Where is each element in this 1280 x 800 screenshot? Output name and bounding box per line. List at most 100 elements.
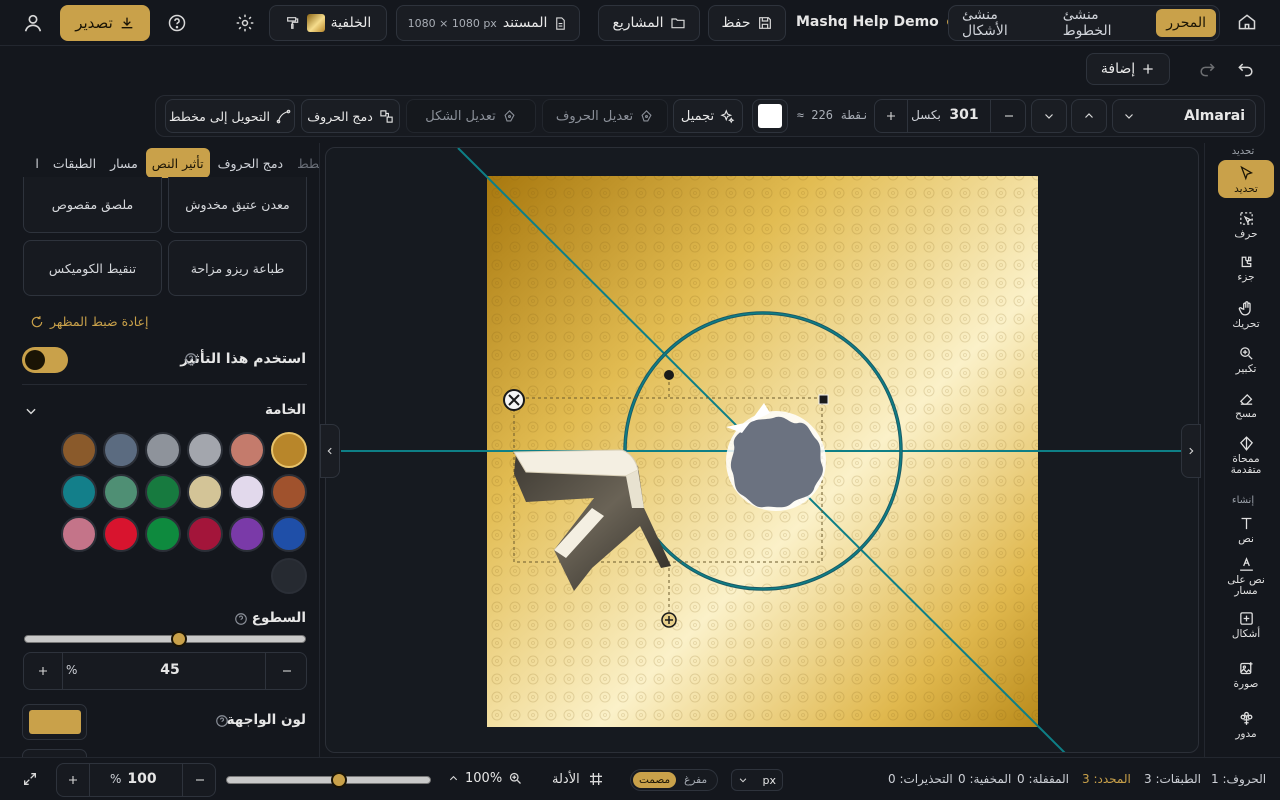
tool-text-path[interactable]: نص على مسار xyxy=(1218,556,1274,597)
zoom-in-button[interactable] xyxy=(56,763,90,797)
unit-select[interactable]: px xyxy=(731,769,783,791)
zoom-value[interactable]: 100 xyxy=(124,771,160,787)
tool-image[interactable]: صورة xyxy=(1218,660,1274,696)
material-swatch[interactable] xyxy=(103,516,139,552)
tab-more[interactable]: ا xyxy=(29,148,44,178)
edit-letters-button[interactable]: تعديل الحروف xyxy=(542,99,668,133)
collapse-right-rail-button[interactable] xyxy=(1181,424,1201,478)
canvas-viewport[interactable] xyxy=(325,147,1199,753)
edit-shape-button[interactable]: تعديل الشكل xyxy=(406,99,536,133)
size-increase-chevron[interactable] xyxy=(1071,99,1107,133)
reset-appearance-link[interactable]: إعادة ضبط المظهر xyxy=(30,314,148,329)
save-button[interactable]: حفظ xyxy=(708,5,786,41)
home-icon[interactable] xyxy=(1237,12,1257,32)
brightness-slider-thumb[interactable] xyxy=(171,631,188,647)
preset-card[interactable]: طباعة ريزو مزاحة xyxy=(168,240,307,296)
material-swatch[interactable] xyxy=(145,474,181,510)
fill-hollow-option[interactable]: مفرغ xyxy=(680,774,711,786)
preset-card[interactable]: معدن عتيق مخدوش xyxy=(168,177,307,233)
material-swatch[interactable] xyxy=(103,474,139,510)
material-swatch[interactable] xyxy=(61,432,97,468)
size-plus-button[interactable] xyxy=(874,99,908,133)
document-button[interactable]: 1080 × 1080 px المستند xyxy=(396,5,580,41)
help-icon[interactable] xyxy=(215,714,229,728)
zoom-dropdown[interactable]: 100% xyxy=(448,771,523,786)
move-handle[interactable] xyxy=(661,612,677,628)
tool-eraser[interactable]: مسح xyxy=(1218,390,1274,420)
fill-solid-option[interactable]: مصمت xyxy=(633,772,677,788)
zoom-out-button[interactable] xyxy=(182,763,216,797)
material-swatch[interactable] xyxy=(145,516,181,552)
mode-editor[interactable]: المحرر xyxy=(1156,9,1216,37)
export-button[interactable]: تصدير xyxy=(60,5,150,41)
user-icon[interactable] xyxy=(22,12,46,34)
undo-icon[interactable] xyxy=(1236,59,1256,79)
size-decrease-chevron[interactable] xyxy=(1031,99,1067,133)
material-swatch[interactable] xyxy=(229,474,265,510)
tool-part[interactable]: جزء xyxy=(1218,253,1274,283)
next-color-button[interactable] xyxy=(22,749,87,757)
brightness-plus-button[interactable] xyxy=(23,652,63,690)
preset-card[interactable]: تنقيط الكوميكس xyxy=(23,240,162,296)
chevron-down-icon[interactable] xyxy=(24,404,38,418)
material-swatch[interactable] xyxy=(187,432,223,468)
beautify-button[interactable]: تجميل xyxy=(673,99,743,133)
projects-button[interactable]: المشاريع xyxy=(598,5,700,41)
document-icon xyxy=(553,16,568,31)
guides-toggle[interactable]: الأدلة xyxy=(552,771,604,787)
material-swatch[interactable] xyxy=(61,516,97,552)
brightness-value[interactable]: 45 xyxy=(120,662,220,678)
tab-text-effect[interactable]: تأثير النص xyxy=(145,148,210,178)
material-swatch[interactable] xyxy=(145,432,181,468)
redo-icon[interactable] xyxy=(1197,59,1217,79)
delete-handle[interactable] xyxy=(503,389,525,411)
material-swatch[interactable] xyxy=(271,432,307,468)
tool-cursor[interactable]: تحديد xyxy=(1218,160,1274,198)
mode-shape-builder[interactable]: منشئ الأشكال xyxy=(952,7,1051,39)
tab-layers[interactable]: الطبقات xyxy=(47,148,102,178)
material-swatch[interactable] xyxy=(229,432,265,468)
brightness-slider-track[interactable] xyxy=(24,635,306,643)
tool-shapes[interactable]: أشكال xyxy=(1218,610,1274,642)
tool-text[interactable]: نص xyxy=(1218,515,1274,545)
font-select[interactable]: Almarai xyxy=(1112,99,1256,133)
fit-screen-icon[interactable] xyxy=(22,771,38,787)
tool-rotator[interactable]: مدور xyxy=(1218,710,1274,746)
material-swatch[interactable] xyxy=(187,516,223,552)
material-swatch[interactable] xyxy=(271,516,307,552)
material-swatch[interactable] xyxy=(103,432,139,468)
size-minus-button[interactable] xyxy=(990,99,1026,133)
material-swatch[interactable] xyxy=(187,474,223,510)
tab-merge-letters[interactable]: دمج الحروف xyxy=(212,148,290,178)
gear-icon[interactable] xyxy=(235,13,255,33)
collapse-left-panel-button[interactable] xyxy=(320,424,340,478)
face-color-button[interactable] xyxy=(22,704,87,740)
chevron-down-icon xyxy=(738,775,748,785)
background-button[interactable]: الخلفية xyxy=(269,5,387,41)
size-value[interactable]: 301 xyxy=(942,107,986,123)
zoom-slider-track[interactable] xyxy=(226,776,431,784)
material-swatch[interactable] xyxy=(229,516,265,552)
advanced-eraser-icon xyxy=(1238,435,1255,452)
tool-letter-select[interactable]: حرف xyxy=(1218,210,1274,240)
convert-to-outline-button[interactable]: التحويل إلى مخطط xyxy=(165,99,295,133)
material-swatch[interactable] xyxy=(61,474,97,510)
tab-outline[interactable]: مخطط xyxy=(291,148,319,178)
zoom-slider-thumb[interactable] xyxy=(330,772,347,788)
tab-path[interactable]: مسار xyxy=(104,148,144,178)
tool-zoom[interactable]: تكبير xyxy=(1218,345,1274,375)
help-icon[interactable] xyxy=(167,13,187,33)
tool-hand[interactable]: تحريك xyxy=(1218,300,1274,332)
use-effect-toggle[interactable] xyxy=(22,347,68,373)
add-button[interactable]: إضافة xyxy=(1086,53,1170,85)
tool-advanced-eraser[interactable]: ممحاة متقدمة xyxy=(1218,435,1274,479)
help-icon[interactable] xyxy=(184,352,198,366)
text-color-button[interactable] xyxy=(752,99,788,133)
merge-letters-button[interactable]: دمج الحروف xyxy=(301,99,400,133)
material-swatch[interactable] xyxy=(271,474,307,510)
preset-card[interactable]: ملصق مقصوص xyxy=(23,177,162,233)
material-swatch[interactable] xyxy=(271,558,307,594)
help-icon[interactable] xyxy=(234,612,248,626)
mode-font-builder[interactable]: منشئ الخطوط xyxy=(1053,7,1155,39)
brightness-minus-button[interactable] xyxy=(265,652,307,690)
